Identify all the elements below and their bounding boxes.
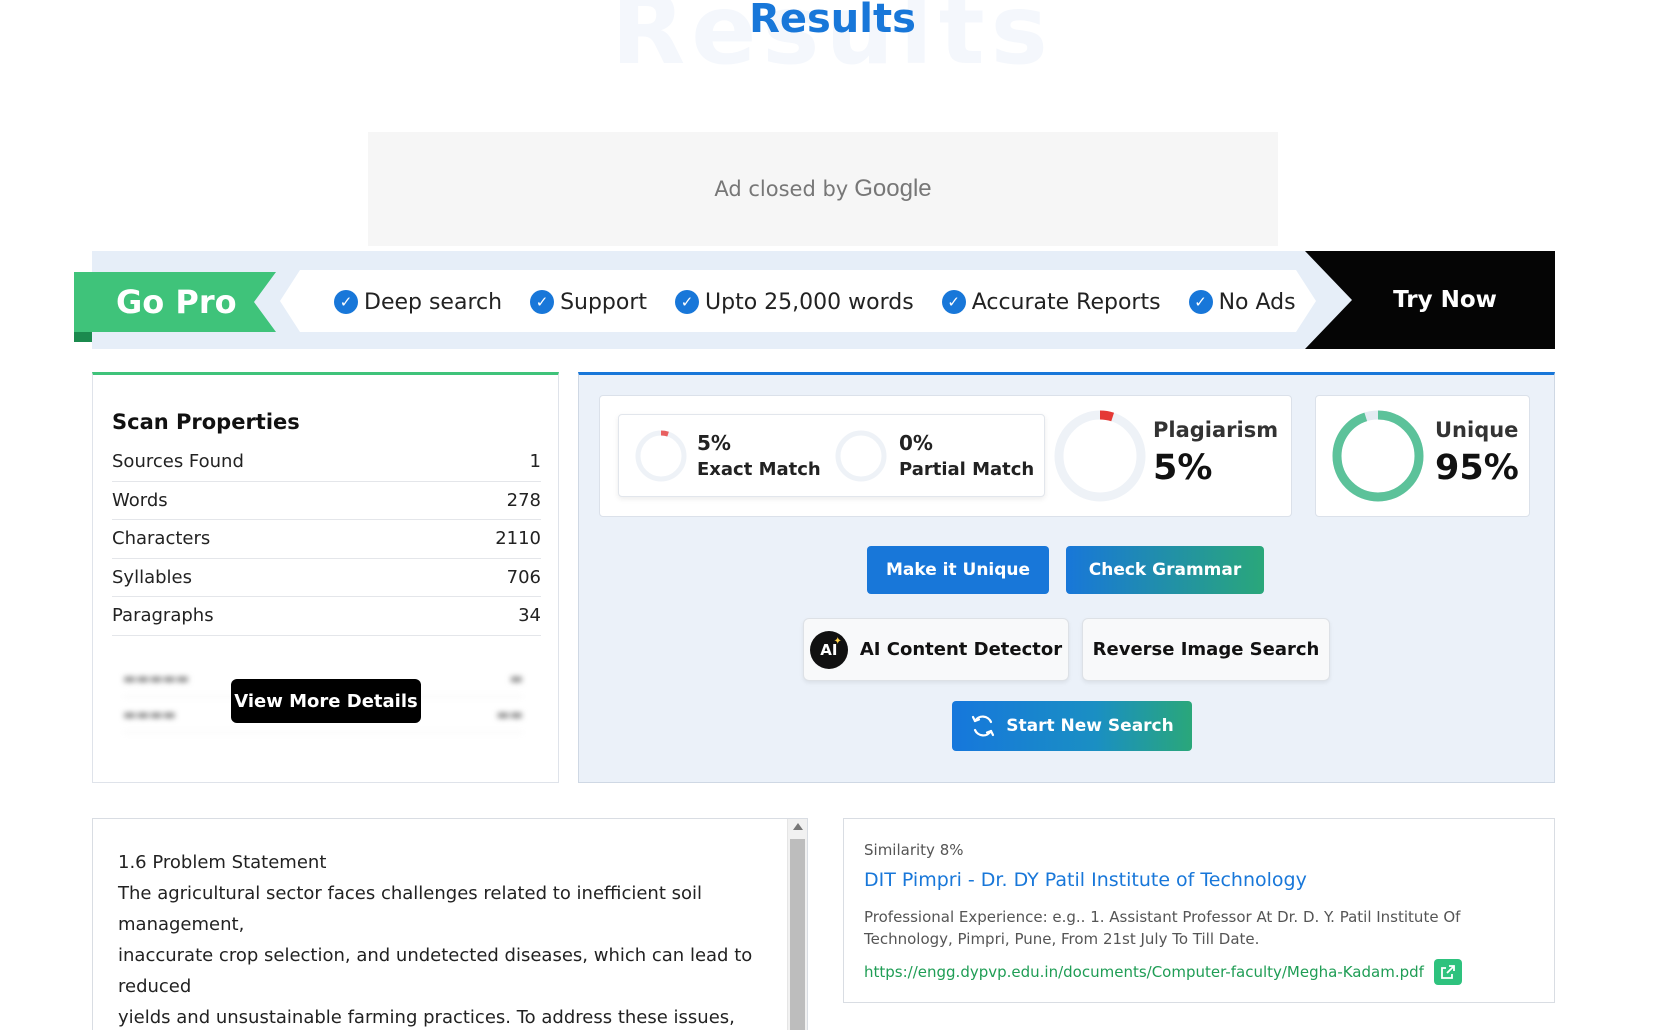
exact-match-ring: [635, 430, 687, 482]
submitted-text-panel[interactable]: 1.6 Problem Statement The agricultural s…: [92, 818, 808, 1030]
unique-score-box: Unique 95%: [1315, 395, 1530, 517]
exact-match-percent: 5%: [697, 431, 731, 455]
match-summary-box: 5% Exact Match 0% Partial Match Plagiari…: [599, 395, 1292, 517]
scan-row-value: 1: [529, 451, 541, 473]
view-more-details-button[interactable]: View More Details: [231, 679, 421, 723]
pro-features-list: ✓ Deep search ✓ Support ✓ Upto 25,000 wo…: [334, 282, 1296, 322]
feature-accurate-reports: ✓ Accurate Reports: [941, 289, 1161, 315]
scan-row-value: 278: [506, 489, 541, 511]
scan-properties-title: Scan Properties: [112, 410, 300, 434]
partial-match-ring-track: [835, 430, 887, 482]
feature-support: ✓ Support: [530, 290, 647, 315]
partial-match-label: Partial Match: [899, 459, 1035, 480]
feature-label: Deep search: [364, 289, 503, 315]
external-link-icon[interactable]: [1433, 959, 1462, 985]
scroll-thumb[interactable]: [790, 839, 805, 1030]
reverse-image-search-button[interactable]: Reverse Image Search: [1082, 618, 1330, 681]
match-breakdown: 5% Exact Match 0% Partial Match: [618, 414, 1045, 497]
go-pro-badge: Go Pro: [74, 272, 276, 332]
partial-match-percent: 0%: [899, 431, 933, 455]
submitted-text: 1.6 Problem Statement The agricultural s…: [118, 847, 758, 1030]
check-icon: ✓: [1188, 290, 1213, 314]
plagiarism-value: 5%: [1153, 448, 1213, 488]
ai-content-detector-label: AI Content Detector: [859, 639, 1063, 660]
source-match-card: Similarity 8% DIT Pimpri - Dr. DY Patil …: [843, 818, 1555, 1003]
source-title-link[interactable]: DIT Pimpri - Dr. DY Patil Institute of T…: [864, 869, 1307, 891]
source-url-link[interactable]: https://engg.dypvp.edu.in/documents/Comp…: [864, 959, 1462, 985]
check-icon: ✓: [675, 290, 700, 314]
results-panel: 5% Exact Match 0% Partial Match Plagiari…: [578, 372, 1555, 783]
text-line: yields and unsustainable farming practic…: [118, 1007, 735, 1028]
unique-ring-fill: [1332, 410, 1424, 502]
make-it-unique-button[interactable]: Make it Unique: [867, 546, 1049, 594]
start-new-search-label: Start New Search: [1006, 716, 1174, 736]
start-new-search-button[interactable]: Start New Search: [952, 701, 1192, 751]
scan-row-paragraphs: Paragraphs 34: [112, 597, 541, 636]
text-line: inaccurate crop selection, and undetecte…: [118, 945, 753, 997]
check-icon: ✓: [530, 290, 555, 314]
feature-label: Accurate Reports: [971, 289, 1161, 315]
scan-properties-list: Sources Found 1 Words 278 Characters 211…: [112, 443, 541, 636]
similarity-text: Similarity 8%: [864, 841, 964, 859]
check-icon: ✓: [941, 290, 966, 314]
scan-properties-card: Scan Properties Sources Found 1 Words 27…: [92, 372, 559, 783]
text-line: 1.6 Problem Statement: [118, 852, 327, 873]
refresh-icon: [972, 715, 995, 737]
ad-placeholder: Ad closed by Google: [368, 132, 1278, 246]
scroll-up-arrow-icon[interactable]: [793, 823, 803, 830]
check-grammar-button[interactable]: Check Grammar: [1066, 546, 1264, 594]
scan-row-sources: Sources Found 1: [112, 443, 541, 482]
partial-match-ring: [835, 430, 887, 482]
results-heading: Results: [749, 0, 916, 42]
text-line: The agricultural sector faces challenges…: [118, 883, 702, 935]
unique-ring: [1332, 410, 1424, 502]
feature-deep-search: ✓ Deep search: [334, 290, 502, 315]
scan-row-characters: Characters 2110: [112, 520, 541, 559]
ad-closed-text: Ad closed by: [714, 177, 849, 201]
unique-label: Unique: [1435, 418, 1519, 442]
exact-match-ring-track: [635, 430, 687, 482]
scan-row-label: Paragraphs: [112, 605, 214, 627]
scan-row-label: Sources Found: [112, 451, 244, 473]
ai-content-detector-button[interactable]: AI ✦ AI Content Detector: [803, 618, 1069, 681]
plagiarism-label: Plagiarism: [1153, 418, 1279, 442]
source-url-text[interactable]: https://engg.dypvp.edu.in/documents/Comp…: [864, 963, 1424, 981]
source-description: Professional Experience: e.g.. 1. Assist…: [864, 908, 1461, 948]
unique-value: 95%: [1435, 448, 1519, 488]
google-logo: Google: [854, 175, 932, 202]
scan-row-value: 2110: [495, 528, 541, 550]
feature-label: Support: [560, 289, 648, 315]
text-scrollbar[interactable]: [787, 819, 807, 1030]
check-icon: ✓: [334, 290, 358, 314]
scan-row-value: 34: [518, 605, 541, 627]
sparkle-icon: ✦: [833, 635, 842, 647]
feature-word-limit: ✓ Upto 25,000 words: [675, 290, 914, 315]
exact-match-label: Exact Match: [697, 459, 821, 480]
plagiarism-ring-track: [1054, 410, 1146, 502]
scan-row-words: Words 278: [112, 482, 541, 520]
feature-label: No Ads: [1218, 289, 1296, 315]
feature-no-ads: ✓ No Ads: [1188, 289, 1296, 315]
plagiarism-ring: [1054, 410, 1146, 502]
scan-row-label: Words: [112, 489, 168, 511]
scan-row-syllables: Syllables 706: [112, 559, 541, 597]
ai-icon: AI ✦: [809, 630, 848, 669]
scan-row-label: Characters: [112, 528, 211, 550]
scan-row-label: Syllables: [112, 566, 192, 588]
scan-row-value: 706: [506, 566, 541, 588]
feature-label: Upto 25,000 words: [705, 289, 914, 315]
